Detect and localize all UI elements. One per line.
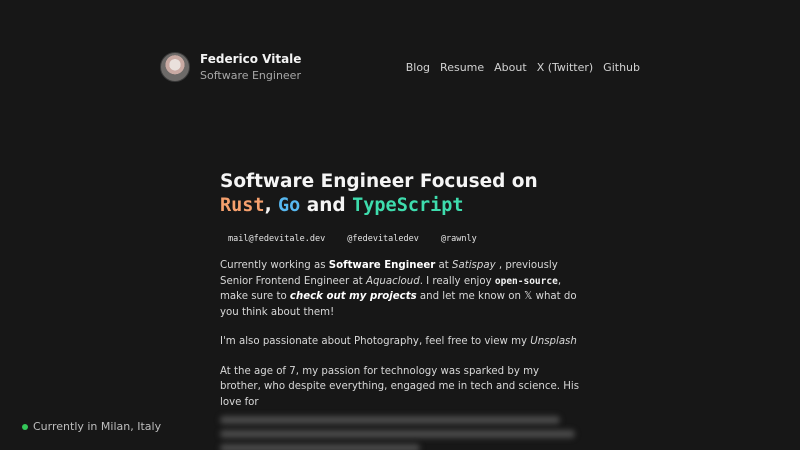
job-title: Software Engineer [328, 260, 436, 271]
intro-text-6: and let me know on [416, 291, 525, 302]
github-handle-link[interactable]: @rawnly [441, 234, 477, 244]
go-keyword: Go [278, 195, 301, 216]
hero-and: and [306, 195, 346, 216]
avatar [160, 52, 190, 82]
intro-text-2: at [435, 260, 453, 271]
hero-line-1: Software Engineer Focused on [220, 171, 538, 192]
rust-keyword: Rust [220, 195, 265, 216]
intro-paragraph: Currently working as Software Engineer a… [220, 258, 580, 320]
nav-twitter-link[interactable]: X (Twitter) [537, 61, 593, 74]
nav-github-link[interactable]: Github [603, 61, 640, 74]
intro-text-4: . I really enjoy [419, 275, 495, 287]
nav-blog-link[interactable]: Blog [406, 61, 430, 74]
brand-text: Federico Vitale Software Engineer [200, 52, 301, 82]
history-paragraph: At the age of 7, my passion for technolo… [220, 365, 580, 408]
hero-comma: , [264, 195, 272, 216]
photography-paragraph: I'm also passionate about Photography, f… [220, 334, 580, 350]
twitter-handle-link[interactable]: @fedevitaledev [347, 234, 419, 244]
typescript-keyword: TypeScript [352, 195, 464, 216]
status-dot-icon [22, 423, 28, 430]
company-aquacloud-link[interactable]: Aquacloud [366, 276, 420, 287]
main-nav: Blog Resume About X (Twitter) Github [406, 61, 640, 74]
unsplash-link[interactable]: Unsplash [530, 336, 577, 347]
open-source-code: open-source [494, 275, 558, 287]
site-header: Federico Vitale Software Engineer Blog R… [160, 50, 640, 84]
photography-text: I'm also passionate about Photography, f… [220, 336, 531, 347]
intro-text-1: Currently working as [220, 260, 329, 271]
blurred-text [220, 416, 580, 450]
brand[interactable]: Federico Vitale Software Engineer [160, 52, 301, 82]
author-role: Software Engineer [200, 69, 301, 82]
email-link[interactable]: mail@fedevitale.dev [228, 234, 325, 244]
main-content: Software Engineer Focused on Rust, Go an… [220, 170, 580, 450]
contact-links: mail@fedevitale.dev @fedevitaledev @rawn… [228, 234, 580, 244]
location-indicator: Currently in Milan, Italy [22, 420, 161, 433]
company-satispay-link[interactable]: Satispay [452, 260, 496, 271]
hero-headline: Software Engineer Focused on Rust, Go an… [220, 170, 580, 218]
nav-about-link[interactable]: About [494, 61, 527, 74]
location-text: Currently in Milan, Italy [33, 420, 162, 433]
author-name: Federico Vitale [200, 52, 302, 66]
projects-link[interactable]: check out my projects [290, 291, 417, 302]
nav-resume-link[interactable]: Resume [440, 61, 484, 74]
